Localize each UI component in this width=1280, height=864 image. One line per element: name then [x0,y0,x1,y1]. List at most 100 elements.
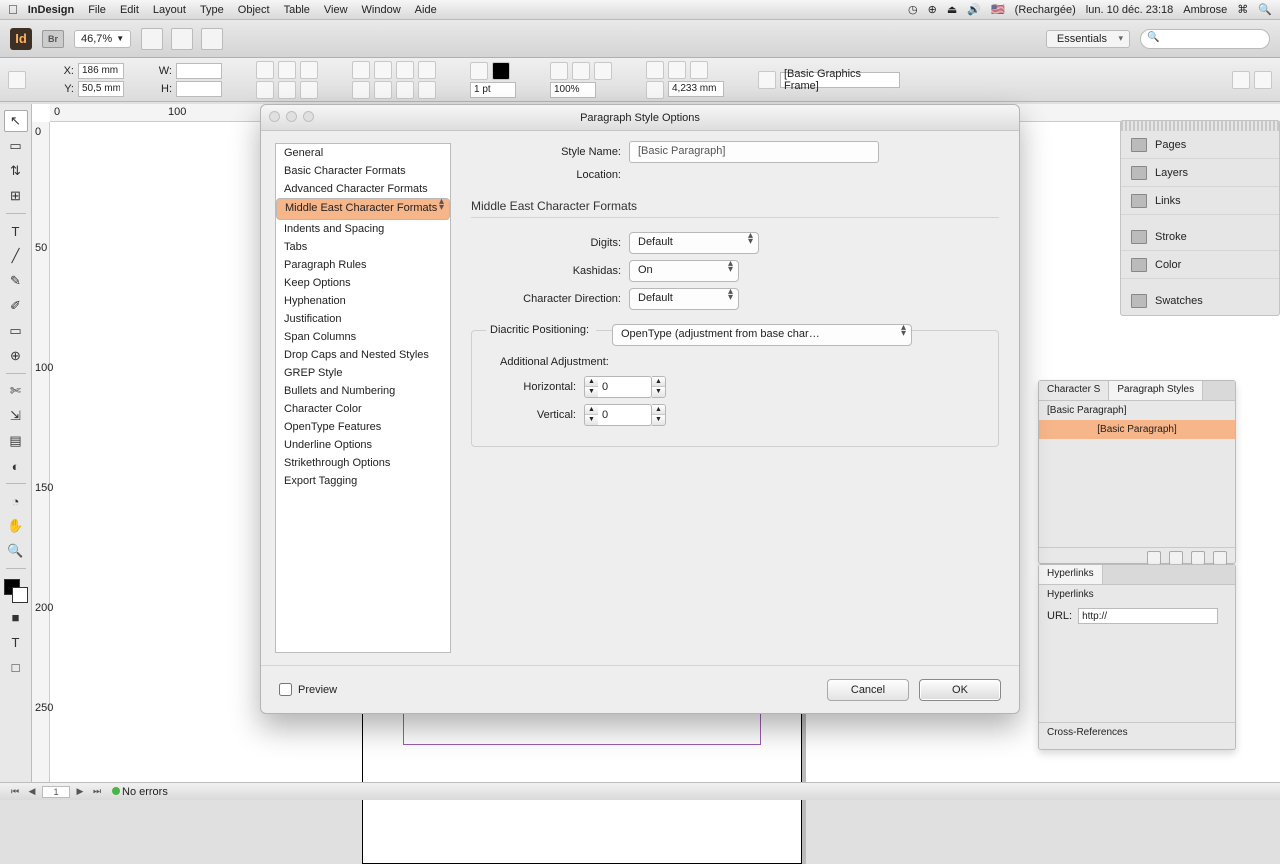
category-item[interactable]: Justification [276,310,450,328]
input-source-icon[interactable]: 🇺🇸 [991,3,1005,16]
drop-shadow-icon[interactable] [572,62,590,80]
menu-help[interactable]: Aide [415,4,437,16]
style-name-field[interactable]: [Basic Paragraph] [629,141,879,163]
stepper-down-icon[interactable]: ▼ [585,415,598,425]
x-input[interactable] [78,63,124,79]
selection-tool-icon[interactable]: ↖ [4,110,28,132]
view-options-icon[interactable] [141,28,163,50]
menu-edit[interactable]: Edit [120,4,139,16]
category-item[interactable]: Paragraph Rules [276,256,450,274]
category-item[interactable]: Strikethrough Options [276,454,450,472]
url-input[interactable] [1078,608,1218,624]
paragraph-style-item[interactable]: [Basic Paragraph] [1039,420,1235,439]
direct-selection-tool-icon[interactable]: ▭ [4,135,28,157]
new-style-icon[interactable] [1191,551,1205,565]
category-item[interactable]: Keep Options [276,274,450,292]
category-item[interactable]: Tabs [276,238,450,256]
panel-links[interactable]: Links [1121,187,1279,215]
corner-options-icon[interactable] [646,81,664,99]
help-search-input[interactable] [1140,29,1270,49]
scissors-tool-icon[interactable]: ✄ [4,380,28,402]
timemachine-icon[interactable]: ◷ [908,3,918,16]
menu-window[interactable]: Window [362,4,401,16]
line-tool-icon[interactable]: ╱ [4,245,28,267]
pencil-tool-icon[interactable]: ✐ [4,295,28,317]
hand-tool-icon[interactable]: ✋ [4,515,28,537]
category-item[interactable]: Drop Caps and Nested Styles [276,346,450,364]
stroke-weight-input[interactable] [470,82,516,98]
tab-paragraph-styles[interactable]: Paragraph Styles [1109,381,1203,400]
volume-icon[interactable]: 🔊 [967,3,981,16]
stepper-up-icon[interactable]: ▲ [585,377,598,387]
menu-table[interactable]: Table [284,4,310,16]
quick-apply-icon[interactable] [1232,71,1250,89]
stepper-down-icon[interactable]: ▼ [652,387,665,397]
panel-color[interactable]: Color [1121,251,1279,279]
menu-file[interactable]: File [88,4,106,16]
scale-y-icon[interactable] [300,61,318,79]
rectangle-frame-tool-icon[interactable]: ▭ [4,320,28,342]
clock[interactable]: lun. 10 déc. 23:18 [1086,4,1173,16]
last-page-icon[interactable]: ⏭ [90,786,104,798]
delete-style-icon[interactable] [1213,551,1227,565]
preview-checkbox[interactable]: Preview [279,683,337,696]
preflight-status[interactable]: No errors [112,786,168,798]
opacity-icon[interactable] [594,62,612,80]
text-wrap-shape-icon[interactable] [690,61,708,79]
diacritic-select[interactable]: OpenType (adjustment from base char… [612,324,912,346]
type-tool-icon[interactable]: T [4,220,28,242]
menu-layout[interactable]: Layout [153,4,186,16]
effects-icon[interactable] [550,62,568,80]
gradient-feather-tool-icon[interactable]: ◐ [4,455,28,477]
fill-stroke-swatch[interactable] [4,579,28,603]
category-item[interactable]: Bullets and Numbering [276,382,450,400]
prev-page-icon[interactable]: ◀ [25,786,39,798]
category-item[interactable]: Basic Character Formats [276,162,450,180]
free-transform-tool-icon[interactable]: ⇲ [4,405,28,427]
stepper-up-icon[interactable]: ▲ [652,405,665,415]
zoom-tool-icon[interactable]: 🔍 [4,540,28,562]
app-name[interactable]: InDesign [28,4,74,16]
panel-swatches[interactable]: Swatches [1121,287,1279,315]
category-item[interactable]: Underline Options [276,436,450,454]
stepper-down-icon[interactable]: ▼ [585,387,598,397]
digits-select[interactable]: Default [629,232,759,254]
wifi-icon[interactable]: ⏏ [947,3,957,16]
constrain-icon[interactable] [256,61,274,79]
scale-x-icon[interactable] [278,61,296,79]
vertical-input[interactable] [598,404,652,426]
menu-object[interactable]: Object [238,4,270,16]
battery-status[interactable]: (Rechargée) [1015,4,1076,16]
panel-menu-icon[interactable] [1254,71,1272,89]
rotate-ccw-icon[interactable] [374,61,392,79]
object-style-icon[interactable] [758,71,776,89]
apple-menu-icon[interactable]:  [8,2,18,17]
category-item[interactable]: Span Columns [276,328,450,346]
cancel-button[interactable]: Cancel [827,679,909,701]
note-tool-icon[interactable]: ◔ [4,490,28,512]
y-input[interactable] [78,81,124,97]
category-item[interactable]: Export Tagging [276,472,450,490]
category-list[interactable]: GeneralBasic Character FormatsAdvanced C… [275,143,451,653]
zoom-level[interactable]: 46,7%▼ [74,30,131,48]
stepper-up-icon[interactable]: ▲ [585,405,598,415]
next-page-icon[interactable]: ▶ [73,786,87,798]
kashidas-select[interactable]: On [629,260,739,282]
pen-tool-icon[interactable]: ✎ [4,270,28,292]
opacity-input[interactable] [550,82,596,98]
clear-overrides-icon[interactable] [1169,551,1183,565]
page-tool-icon[interactable]: ⇅ [4,160,28,182]
rotate-icon[interactable] [256,81,274,99]
gradient-swatch-tool-icon[interactable]: ▤ [4,430,28,452]
next-obj-icon[interactable] [418,81,436,99]
stroke-swatch[interactable] [492,62,510,80]
category-item[interactable]: Indents and Spacing [276,220,450,238]
flip-h-icon[interactable] [396,61,414,79]
new-group-icon[interactable] [1147,551,1161,565]
accessibility-icon[interactable]: ⊕ [928,3,937,16]
menu-view[interactable]: View [324,4,348,16]
category-item[interactable]: OpenType Features [276,418,450,436]
panel-stroke[interactable]: Stroke [1121,223,1279,251]
category-item[interactable]: Character Color [276,400,450,418]
object-style-select[interactable]: [Basic Graphics Frame] [780,72,900,88]
